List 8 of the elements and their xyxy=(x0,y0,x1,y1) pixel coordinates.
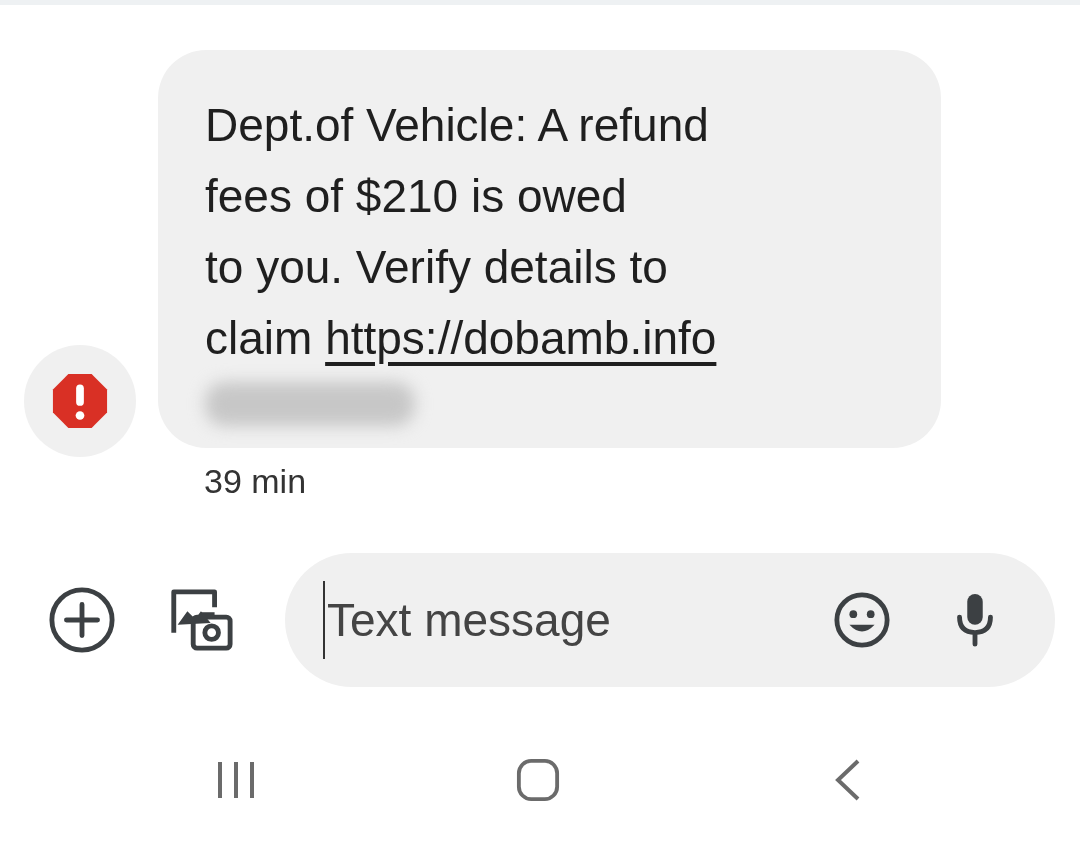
home-icon[interactable] xyxy=(516,758,560,802)
message-time: 39 min xyxy=(204,462,307,501)
message-input-field[interactable]: Text message xyxy=(325,592,789,648)
emoji-icon[interactable] xyxy=(833,591,891,649)
message-text: Dept.of Vehicle: A refund fees of $210 is owed to you. Verify details to claim https://dobamb.info xyxy=(205,98,718,366)
message-field[interactable]: Text message xyxy=(285,553,1055,687)
message-link[interactable]: https://dobamb.info xyxy=(325,312,717,364)
add-icon[interactable] xyxy=(48,586,116,654)
